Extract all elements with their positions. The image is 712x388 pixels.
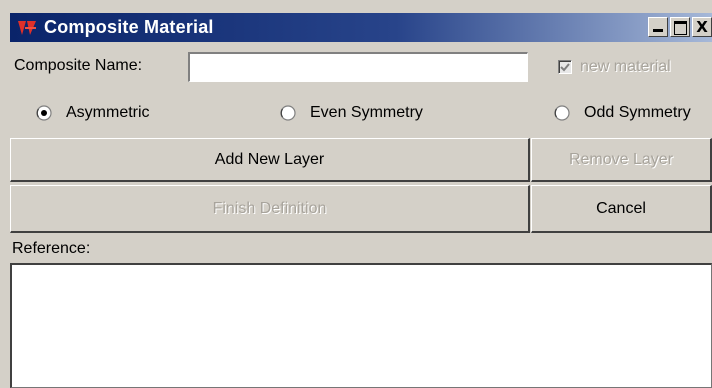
composite-name-input[interactable] [188, 52, 528, 82]
close-icon: X [696, 18, 708, 36]
app-logo-icon [18, 20, 36, 35]
maximize-button[interactable] [670, 17, 690, 37]
reference-label: Reference: [12, 240, 91, 257]
asymmetric-label[interactable]: Asymmetric [66, 104, 150, 122]
finish-definition-button[interactable]: Finish Definition [10, 185, 530, 233]
even-symmetry-label[interactable]: Even Symmetry [310, 104, 423, 122]
radio-asymmetric[interactable] [36, 105, 52, 121]
close-button[interactable]: X [692, 17, 712, 37]
checkmark-icon [560, 63, 570, 72]
title-bar[interactable]: Composite Material X [10, 13, 712, 42]
minimize-button[interactable] [648, 17, 668, 37]
composite-material-dialog: Composite Material X Composite Name: new… [0, 0, 712, 388]
window-controls: X [646, 17, 712, 37]
window-title: Composite Material [44, 17, 214, 37]
add-new-layer-button[interactable]: Add New Layer [10, 138, 530, 182]
remove-layer-button[interactable]: Remove Layer [531, 138, 712, 182]
symmetry-options: Asymmetric Even Symmetry Odd Symmetry [10, 95, 712, 131]
maximize-icon [674, 21, 687, 35]
radio-odd-symmetry[interactable] [554, 105, 570, 121]
cancel-button[interactable]: Cancel [531, 185, 712, 233]
minimize-icon [653, 29, 663, 32]
composite-name-row: Composite Name: new material [10, 47, 712, 87]
new-material-label: new material [580, 58, 671, 75]
composite-name-label: Composite Name: [14, 57, 143, 74]
radio-even-symmetry[interactable] [280, 105, 296, 121]
reference-textarea[interactable] [10, 263, 712, 388]
odd-symmetry-label[interactable]: Odd Symmetry [584, 104, 691, 122]
new-material-checkbox[interactable] [558, 60, 572, 74]
